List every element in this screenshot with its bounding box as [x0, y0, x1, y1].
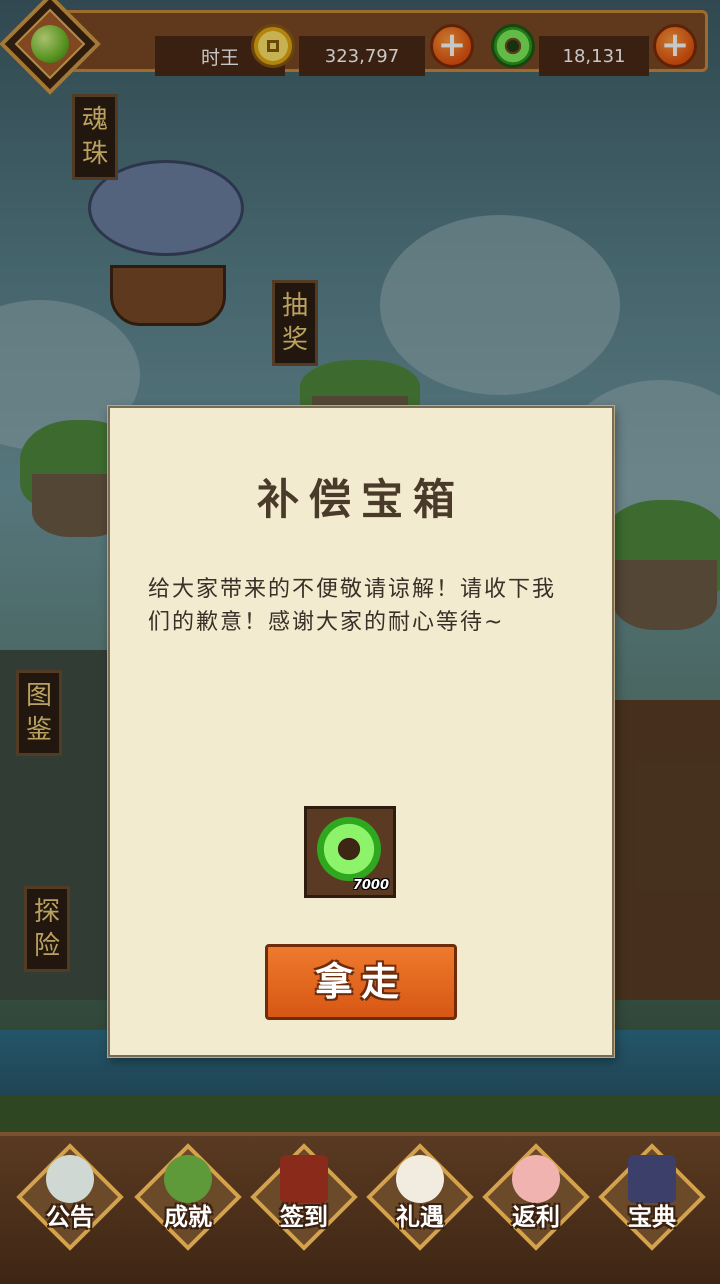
gift-icon [396, 1155, 444, 1203]
dialog-title: 补偿宝箱 [256, 475, 465, 524]
nav-book[interactable]: 宝典 [598, 1143, 706, 1251]
nav-label: 签到 [280, 1203, 328, 1231]
nav-label: 宝典 [628, 1203, 676, 1231]
achievement-icon [164, 1155, 212, 1203]
checkin-icon [280, 1155, 328, 1203]
nav-checkin[interactable]: 签到 [250, 1143, 358, 1251]
nav-label: 成就 [164, 1203, 212, 1231]
compensation-dialog: 补偿宝箱 给大家带来的不便敬请谅解！请收下我们的歉意！感谢大家的耐心等待~ 70… [108, 406, 614, 1057]
rebate-icon [512, 1155, 560, 1203]
book-icon [628, 1155, 676, 1203]
nav-notice[interactable]: 公告 [16, 1143, 124, 1251]
notice-icon [46, 1155, 94, 1203]
nav-label: 礼遇 [396, 1203, 444, 1231]
nav-gift[interactable]: 礼遇 [366, 1143, 474, 1251]
nav-rebate[interactable]: 返利 [482, 1143, 590, 1251]
take-button[interactable]: 拿走 [265, 944, 457, 1020]
dialog-message: 给大家带来的不便敬请谅解！请收下我们的歉意！感谢大家的耐心等待~ [148, 577, 557, 635]
jade-icon [317, 817, 381, 881]
nav-achievement[interactable]: 成就 [134, 1143, 242, 1251]
reward-count: 7000 [352, 878, 389, 893]
reward-item[interactable]: 7000 [304, 806, 396, 898]
nav-label: 返利 [512, 1203, 560, 1231]
nav-label: 公告 [46, 1203, 94, 1231]
